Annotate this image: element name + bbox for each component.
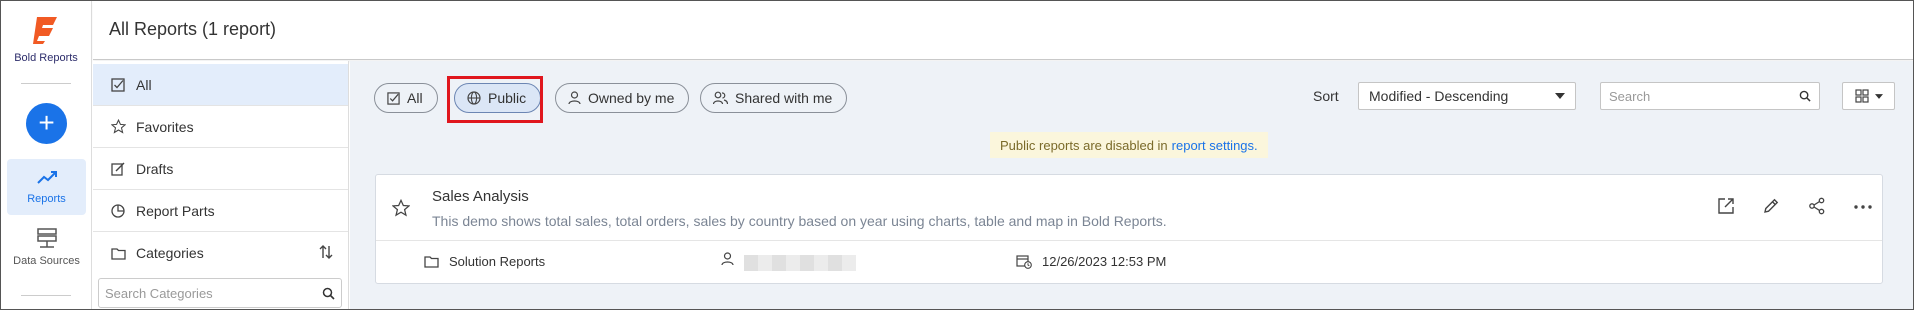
- redacted-owner-name: [744, 255, 856, 271]
- trending-up-icon: [36, 171, 57, 184]
- user-icon: [568, 91, 581, 105]
- filter-chip-shared-with-me[interactable]: Shared with me: [700, 83, 848, 113]
- report-owner: [721, 247, 856, 271]
- sidebar-item-report-parts[interactable]: Report Parts: [93, 190, 348, 232]
- report-card[interactable]: Sales Analysis This demo shows total sal…: [375, 174, 1883, 284]
- checkbox-icon: [110, 77, 126, 93]
- checkbox-icon: [387, 91, 400, 105]
- report-card-meta: Solution Reports 12/26/2023 12:53 PM: [376, 241, 1882, 285]
- report-modified-date: 12/26/2023 12:53 PM: [1042, 254, 1167, 269]
- rail-item-reports[interactable]: Reports: [7, 159, 86, 215]
- sidebar-item-categories[interactable]: Categories: [93, 232, 348, 274]
- report-settings-link[interactable]: report settings.: [1172, 138, 1258, 153]
- sidebar-item-label: Report Parts: [136, 202, 215, 219]
- report-category: Solution Reports: [424, 254, 545, 269]
- filter-chip-label: Shared with me: [735, 90, 833, 106]
- search-icon: [322, 287, 335, 300]
- highlight-box: [447, 76, 543, 123]
- star-icon: [110, 119, 126, 135]
- report-description: This demo shows total sales, total order…: [432, 213, 1167, 229]
- share-icon[interactable]: [1808, 197, 1826, 215]
- sort-label: Sort: [1313, 88, 1339, 104]
- rail-item-label: Reports: [27, 193, 66, 205]
- filter-chip-label: Owned by me: [588, 90, 675, 106]
- database-icon: [36, 228, 57, 248]
- caret-down-icon: [1874, 93, 1883, 99]
- bold-reports-logo[interactable]: [31, 15, 63, 45]
- sort-value: Modified - Descending: [1369, 88, 1509, 104]
- open-external-icon[interactable]: [1717, 197, 1735, 215]
- favorite-star-icon[interactable]: [392, 199, 410, 217]
- category-sidebar: All Favorites Drafts Report Parts Catego…: [93, 61, 349, 309]
- edit-icon: [110, 161, 126, 177]
- main-content: All Public Owned by me Shared with me So…: [350, 61, 1913, 309]
- sidebar-item-label: Drafts: [136, 160, 174, 177]
- add-button[interactable]: +: [26, 103, 67, 144]
- caret-down-icon: [1555, 93, 1565, 99]
- brand-name: Bold Reports: [14, 52, 78, 64]
- category-search-input[interactable]: Search Categories: [98, 278, 342, 308]
- sidebar-item-drafts[interactable]: Drafts: [93, 148, 348, 190]
- sidebar-item-favorites[interactable]: Favorites: [93, 106, 348, 148]
- sort-icon[interactable]: [318, 244, 334, 260]
- sidebar-item-label: All: [136, 76, 152, 93]
- folder-icon: [110, 245, 126, 261]
- filter-chip-owned-by-me[interactable]: Owned by me: [555, 83, 690, 113]
- grid-view-icon: [1854, 89, 1869, 103]
- report-card-header: Sales Analysis This demo shows total sal…: [376, 175, 1882, 241]
- category-search-placeholder: Search Categories: [105, 285, 213, 301]
- public-disabled-notice: Public reports are disabled in report se…: [990, 132, 1268, 158]
- view-toggle-button[interactable]: [1842, 82, 1895, 110]
- more-options-icon[interactable]: [1854, 205, 1872, 209]
- notice-text: Public reports are disabled in: [1000, 137, 1168, 153]
- rail-divider: [21, 83, 71, 84]
- page-title: All Reports (1 report): [109, 19, 277, 39]
- rail-item-data-sources[interactable]: Data Sources: [7, 227, 86, 277]
- report-modified: 12/26/2023 12:53 PM: [1016, 254, 1166, 269]
- users-icon: [713, 91, 728, 105]
- report-category-name: Solution Reports: [449, 254, 546, 269]
- filter-chip-label: All: [407, 90, 423, 106]
- rail-item-label: Data Sources: [13, 255, 80, 267]
- search-input[interactable]: Search: [1600, 82, 1820, 110]
- user-icon: [721, 252, 734, 266]
- sidebar-item-all[interactable]: All: [93, 64, 348, 106]
- report-title[interactable]: Sales Analysis: [432, 188, 529, 205]
- rail-divider: [21, 295, 71, 296]
- filter-chip-all[interactable]: All: [374, 83, 438, 113]
- app-window: Bold Reports + Reports Data Sources All …: [0, 0, 1914, 310]
- search-placeholder: Search: [1609, 88, 1651, 104]
- page-header: All Reports (1 report): [93, 1, 1913, 60]
- calendar-clock-icon: [1016, 254, 1032, 269]
- sidebar-item-label: Favorites: [136, 118, 194, 135]
- search-icon: [1799, 90, 1811, 102]
- edit-icon[interactable]: [1762, 197, 1780, 215]
- left-rail: Bold Reports + Reports Data Sources: [1, 1, 92, 309]
- folder-icon: [424, 255, 439, 268]
- pie-icon: [110, 203, 126, 219]
- sort-dropdown[interactable]: Modified - Descending: [1358, 82, 1576, 110]
- sidebar-item-label: Categories: [136, 245, 204, 261]
